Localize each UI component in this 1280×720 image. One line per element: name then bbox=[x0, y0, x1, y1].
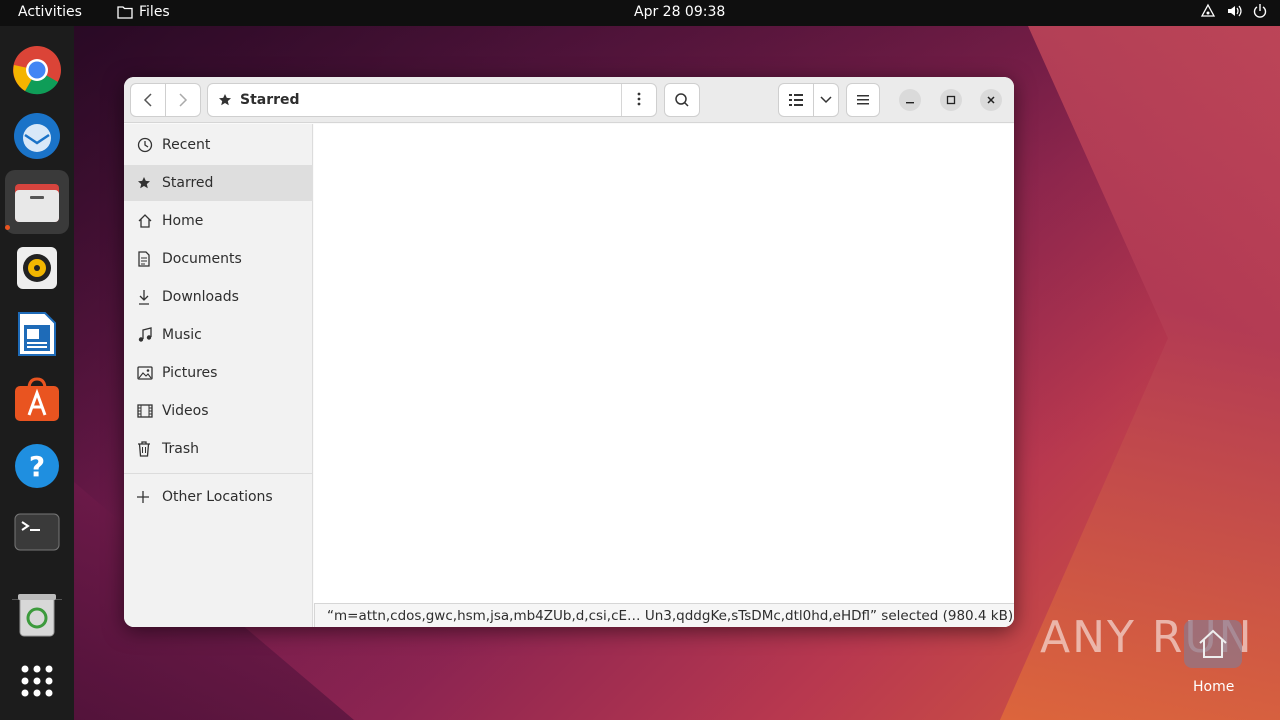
places-sidebar: Recent Starred Home Documents Downloads … bbox=[124, 124, 313, 627]
sidebar-item-label: Documents bbox=[162, 251, 242, 267]
show-apps-button[interactable] bbox=[12, 656, 62, 706]
minimize-icon bbox=[906, 102, 914, 104]
sidebar-item-label: Starred bbox=[162, 175, 214, 191]
sidebar-item-label: Other Locations bbox=[162, 489, 273, 505]
sidebar-item-label: Music bbox=[162, 327, 202, 343]
more-vertical-icon bbox=[637, 92, 641, 105]
location-label: Starred bbox=[240, 92, 300, 108]
sidebar-item-documents[interactable]: Documents bbox=[124, 241, 313, 277]
files-window: Starred Recent Starred Home Documents Do… bbox=[124, 77, 1014, 627]
rhythmbox-launcher[interactable] bbox=[12, 243, 62, 293]
files-launcher[interactable] bbox=[5, 170, 69, 234]
video-icon bbox=[137, 404, 153, 418]
app-center-launcher[interactable] bbox=[12, 375, 62, 425]
volume-icon bbox=[1228, 5, 1242, 17]
dock: ? bbox=[0, 26, 74, 720]
sidebar-item-downloads[interactable]: Downloads bbox=[124, 279, 313, 315]
desktop-home-folder[interactable] bbox=[1184, 620, 1242, 668]
chevron-right-icon bbox=[179, 93, 188, 107]
header-bar: Starred bbox=[124, 77, 1014, 123]
folder-icon bbox=[117, 6, 133, 19]
power-icon bbox=[1253, 4, 1267, 18]
files-icon bbox=[15, 184, 59, 222]
app-center-icon bbox=[15, 377, 59, 421]
system-tray[interactable] bbox=[1200, 3, 1268, 19]
terminal-launcher[interactable] bbox=[12, 507, 62, 557]
sidebar-item-trash[interactable]: Trash bbox=[124, 431, 313, 467]
picture-icon bbox=[137, 366, 153, 380]
plus-icon bbox=[137, 491, 149, 503]
path-bar[interactable]: Starred bbox=[207, 83, 657, 117]
list-view-icon bbox=[789, 94, 803, 106]
star-icon bbox=[219, 94, 231, 106]
terminal-icon bbox=[14, 513, 60, 551]
sidebar-item-other-locations[interactable]: Other Locations bbox=[124, 479, 313, 515]
minimize-button[interactable] bbox=[899, 89, 921, 111]
app-grid-icon bbox=[21, 665, 53, 697]
desktop-home-label[interactable]: Home bbox=[1193, 679, 1234, 695]
selection-status: “m=attn,cdos,gwc,hsm,jsa,mb4ZUb,d,csi,cE… bbox=[314, 603, 1014, 627]
trash-icon bbox=[18, 594, 56, 637]
app-menu[interactable]: Files bbox=[117, 4, 170, 20]
activities-button[interactable]: Activities bbox=[18, 4, 82, 20]
sidebar-item-home[interactable]: Home bbox=[124, 203, 313, 239]
svg-text:?: ? bbox=[29, 450, 45, 483]
clock-icon bbox=[137, 137, 153, 153]
sidebar-item-label: Downloads bbox=[162, 289, 239, 305]
search-icon bbox=[675, 93, 689, 107]
thunderbird-launcher[interactable] bbox=[12, 111, 62, 161]
sidebar-item-videos[interactable]: Videos bbox=[124, 393, 313, 429]
chevron-down-icon bbox=[820, 96, 832, 104]
chevron-left-icon bbox=[143, 93, 152, 107]
running-indicator bbox=[5, 225, 10, 230]
view-list-button[interactable] bbox=[778, 83, 814, 117]
network-icon bbox=[1200, 3, 1216, 17]
back-button[interactable] bbox=[130, 83, 166, 117]
trash-icon bbox=[138, 441, 150, 457]
search-button[interactable] bbox=[664, 83, 700, 117]
sidebar-item-label: Recent bbox=[162, 137, 211, 153]
location-menu-button[interactable] bbox=[622, 91, 656, 110]
location-crumb[interactable]: Starred bbox=[208, 84, 623, 116]
libreoffice-writer-icon bbox=[18, 312, 56, 356]
app-name: Files bbox=[139, 4, 170, 20]
star-icon bbox=[138, 177, 150, 189]
file-view[interactable]: “m=attn,cdos,gwc,hsm,jsa,mb4ZUb,d,csi,cE… bbox=[314, 124, 1014, 627]
trash-launcher[interactable] bbox=[12, 590, 62, 640]
sidebar-item-label: Pictures bbox=[162, 365, 218, 381]
top-bar: Activities Files Apr 28 09:38 bbox=[0, 0, 1280, 26]
sidebar-item-label: Trash bbox=[162, 441, 199, 457]
sidebar-item-label: Videos bbox=[162, 403, 209, 419]
sidebar-separator bbox=[124, 473, 313, 474]
sidebar-item-label: Home bbox=[162, 213, 204, 229]
writer-launcher[interactable] bbox=[12, 309, 62, 359]
clock[interactable]: Apr 28 09:38 bbox=[634, 4, 725, 20]
maximize-button[interactable] bbox=[940, 89, 962, 111]
close-button[interactable] bbox=[980, 89, 1002, 111]
rhythmbox-icon bbox=[17, 247, 57, 289]
home-folder-icon bbox=[1199, 629, 1227, 658]
forward-button[interactable] bbox=[165, 83, 201, 117]
document-icon bbox=[138, 251, 150, 267]
help-icon: ? bbox=[15, 444, 59, 488]
sidebar-item-music[interactable]: Music bbox=[124, 317, 313, 353]
view-options-button[interactable] bbox=[813, 83, 839, 117]
close-icon bbox=[987, 96, 995, 104]
help-launcher[interactable]: ? bbox=[12, 441, 62, 491]
sidebar-item-pictures[interactable]: Pictures bbox=[124, 355, 313, 391]
maximize-icon bbox=[946, 95, 956, 105]
music-icon bbox=[138, 327, 152, 342]
chrome-icon bbox=[13, 46, 61, 95]
thunderbird-icon bbox=[14, 113, 60, 159]
hamburger-icon bbox=[857, 95, 869, 105]
main-menu-button[interactable] bbox=[846, 83, 880, 117]
sidebar-item-recent[interactable]: Recent bbox=[124, 127, 313, 163]
home-icon bbox=[138, 214, 152, 228]
sidebar-item-starred[interactable]: Starred bbox=[124, 165, 313, 201]
chrome-launcher[interactable] bbox=[12, 45, 62, 95]
download-icon bbox=[139, 290, 149, 305]
